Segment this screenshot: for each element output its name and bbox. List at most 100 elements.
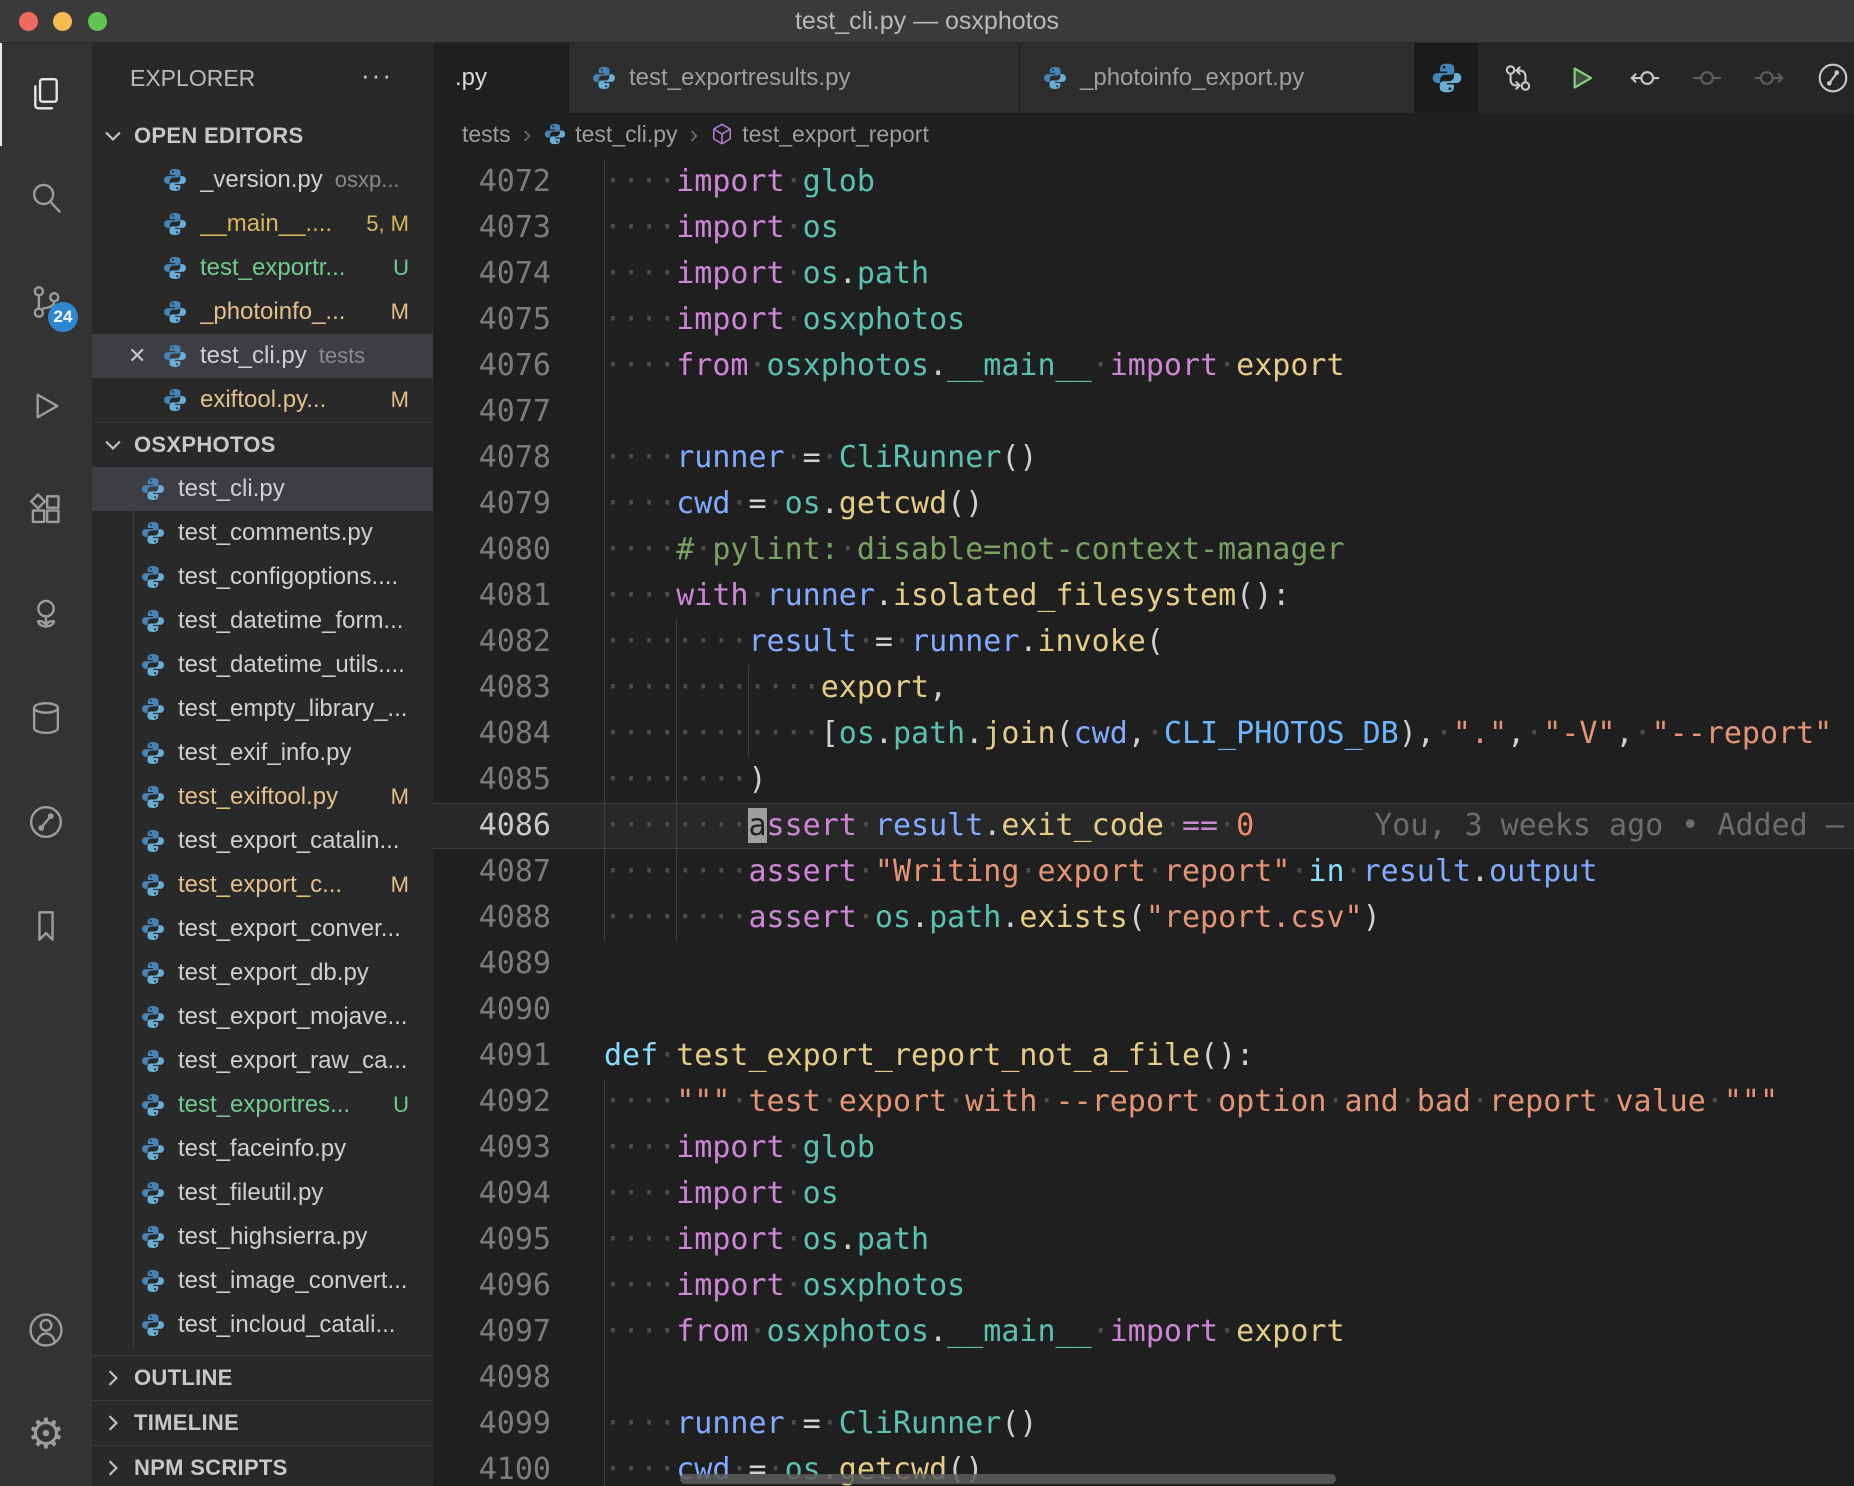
open-editor-item[interactable]: exiftool.py... M: [92, 378, 433, 422]
file-tree-item[interactable]: test_export_raw_ca...: [92, 1039, 433, 1083]
code-line[interactable]: 4096 ····import·osxphotos: [433, 1263, 1854, 1309]
open-editor-item[interactable]: _photoinfo_... M: [92, 290, 433, 334]
file-tree-item[interactable]: test_datetime_form...: [92, 599, 433, 643]
code-token-pun: =·: [803, 1406, 839, 1441]
code-token-var: runner: [767, 578, 875, 613]
activity-source-control-icon[interactable]: 24: [0, 250, 92, 354]
sidebar-section-timeline[interactable]: TIMELINE: [92, 1400, 433, 1445]
file-tree-item[interactable]: test_export_catalin...: [92, 819, 433, 863]
file-tree-item[interactable]: test_image_convert...: [92, 1259, 433, 1303]
code-line[interactable]: 4095 ····import·os.path: [433, 1217, 1854, 1263]
code-line[interactable]: 4082 ········result·=·runner.invoke(: [433, 619, 1854, 665]
code-line[interactable]: 4098: [433, 1355, 1854, 1401]
breadcrumb-item[interactable]: test_cli.py: [543, 121, 677, 148]
sidebar-section-outline[interactable]: OUTLINE: [92, 1355, 433, 1400]
activity-run-debug-icon[interactable]: [0, 354, 92, 458]
activity-plant-icon[interactable]: [0, 562, 92, 666]
code-line[interactable]: 4099 ····runner·=·CliRunner(): [433, 1401, 1854, 1447]
tab-_photoinfo_export.py[interactable]: _photoinfo_export.py: [1020, 42, 1415, 113]
open-editors-header[interactable]: OPEN EDITORS: [92, 114, 433, 158]
code-line[interactable]: 4092 ····"""·test·export·with·--report·o…: [433, 1079, 1854, 1125]
code-line[interactable]: 4090: [433, 987, 1854, 1033]
activity-bookmark-icon[interactable]: [0, 874, 92, 978]
activity-files-icon[interactable]: [0, 42, 92, 146]
code-line[interactable]: 4072 ····import·glob: [433, 159, 1854, 205]
window-title: test_cli.py — osxphotos: [0, 0, 1854, 42]
activity-settings-gear-icon[interactable]: ⚙: [0, 1382, 92, 1486]
line-content: ········assert·result.exit_code·==·0You,…: [604, 803, 1854, 849]
file-tree-item[interactable]: test_export_mojave...: [92, 995, 433, 1039]
code-line[interactable]: 4074 ····import·os.path: [433, 251, 1854, 297]
line-content: [604, 941, 1854, 987]
file-tree-item[interactable]: test_exiftool.py M: [92, 775, 433, 819]
activity-account-icon[interactable]: [0, 1278, 92, 1382]
code-token-mod: osxphotos: [767, 348, 930, 383]
code-line[interactable]: 4084 ············[os.path.join(cwd,·CLI_…: [433, 711, 1854, 757]
file-name: test_highsierra.py: [178, 1223, 367, 1251]
nav-back-icon[interactable]: [1612, 42, 1675, 113]
code-line[interactable]: 4085 ········): [433, 757, 1854, 803]
code-line[interactable]: 4081 ····with·runner.isolated_filesystem…: [433, 573, 1854, 619]
python-icon[interactable]: [1415, 42, 1478, 113]
tab-test_exportresults.py[interactable]: test_exportresults.py: [569, 42, 1020, 113]
code-line[interactable]: 4089: [433, 941, 1854, 987]
code-line[interactable]: 4094 ····import·os: [433, 1171, 1854, 1217]
code-token-str: ".": [1453, 716, 1507, 751]
code-editor[interactable]: 4072 ····import·glob 4073 ····import·os …: [433, 155, 1854, 1486]
open-editor-item[interactable]: __main__.... 5, M: [92, 202, 433, 246]
code-token-var: runner·: [676, 1406, 802, 1441]
activity-search-icon[interactable]: [0, 146, 92, 250]
nav-forward-icon[interactable]: [1738, 42, 1801, 113]
line-number: 4087: [433, 849, 551, 895]
code-line[interactable]: 4091 def·test_export_report_not_a_file()…: [433, 1033, 1854, 1079]
open-editor-item[interactable]: _version.py osxp...: [92, 158, 433, 202]
code-line[interactable]: 4080 ····#·pylint:·disable=not-context-m…: [433, 527, 1854, 573]
code-line[interactable]: 4087 ········assert·"Writing·export·repo…: [433, 849, 1854, 895]
code-line[interactable]: 4088 ········assert·os.path.exists("repo…: [433, 895, 1854, 941]
open-editor-item[interactable]: ✕ test_cli.py tests: [92, 334, 433, 378]
file-tree-item[interactable]: test_export_db.py: [92, 951, 433, 995]
code-line[interactable]: 4083 ············export,: [433, 665, 1854, 711]
file-tree-item[interactable]: test_export_c... M: [92, 863, 433, 907]
code-line[interactable]: 4073 ····import·os: [433, 205, 1854, 251]
more-actions-icon[interactable]: ···: [361, 60, 393, 91]
breadcrumb-item[interactable]: tests: [462, 121, 511, 148]
file-tree-item[interactable]: test_cli.py: [92, 467, 433, 511]
tab-.py[interactable]: .py: [433, 42, 569, 113]
nav-dot-icon[interactable]: [1675, 42, 1738, 113]
code-line[interactable]: 4093 ····import·glob: [433, 1125, 1854, 1171]
activity-git-graph-icon[interactable]: [0, 770, 92, 874]
project-section-header[interactable]: OSXPHOTOS: [92, 422, 433, 467]
file-tree-item[interactable]: test_configoptions....: [92, 555, 433, 599]
code-token-kw: assert·: [748, 854, 874, 889]
file-tree-item[interactable]: test_exportres... U: [92, 1083, 433, 1127]
run-icon[interactable]: [1549, 42, 1612, 113]
compare-changes-icon[interactable]: [1486, 42, 1549, 113]
file-tree-item[interactable]: test_highsierra.py: [92, 1215, 433, 1259]
code-line[interactable]: 4079 ····cwd·=·os.getcwd(): [433, 481, 1854, 527]
breadcrumb-item[interactable]: test_export_report: [710, 121, 929, 148]
file-tree-item[interactable]: test_faceinfo.py: [92, 1127, 433, 1171]
file-tree-item[interactable]: test_comments.py: [92, 511, 433, 555]
code-line[interactable]: 4097 ····from·osxphotos.__main__·import·…: [433, 1309, 1854, 1355]
file-tree-item[interactable]: test_incloud_catali...: [92, 1303, 433, 1347]
history-graph-icon[interactable]: [1801, 42, 1854, 113]
file-tree-item[interactable]: test_empty_library_...: [92, 687, 433, 731]
file-tree-item[interactable]: test_exif_info.py: [92, 731, 433, 775]
file-tree-item[interactable]: test_export_conver...: [92, 907, 433, 951]
code-line[interactable]: 4076 ····from·osxphotos.__main__·import·…: [433, 343, 1854, 389]
activity-extensions-icon[interactable]: [0, 458, 92, 562]
symbol-cube-icon: [710, 122, 734, 146]
activity-database-icon[interactable]: [0, 666, 92, 770]
close-icon[interactable]: ✕: [128, 343, 162, 369]
code-line[interactable]: 4075 ····import·osxphotos: [433, 297, 1854, 343]
file-tree-item[interactable]: test_datetime_utils....: [92, 643, 433, 687]
code-line[interactable]: 4086 ········assert·result.exit_code·==·…: [433, 803, 1854, 849]
horizontal-scrollbar[interactable]: [680, 1474, 1336, 1484]
file-tree-item[interactable]: test_fileutil.py: [92, 1171, 433, 1215]
open-editor-item[interactable]: test_exportr... U: [92, 246, 433, 290]
code-line[interactable]: 4077: [433, 389, 1854, 435]
account-icon: [27, 1311, 65, 1349]
code-line[interactable]: 4078 ····runner·=·CliRunner(): [433, 435, 1854, 481]
sidebar-section-npm-scripts[interactable]: NPM SCRIPTS: [92, 1445, 433, 1486]
